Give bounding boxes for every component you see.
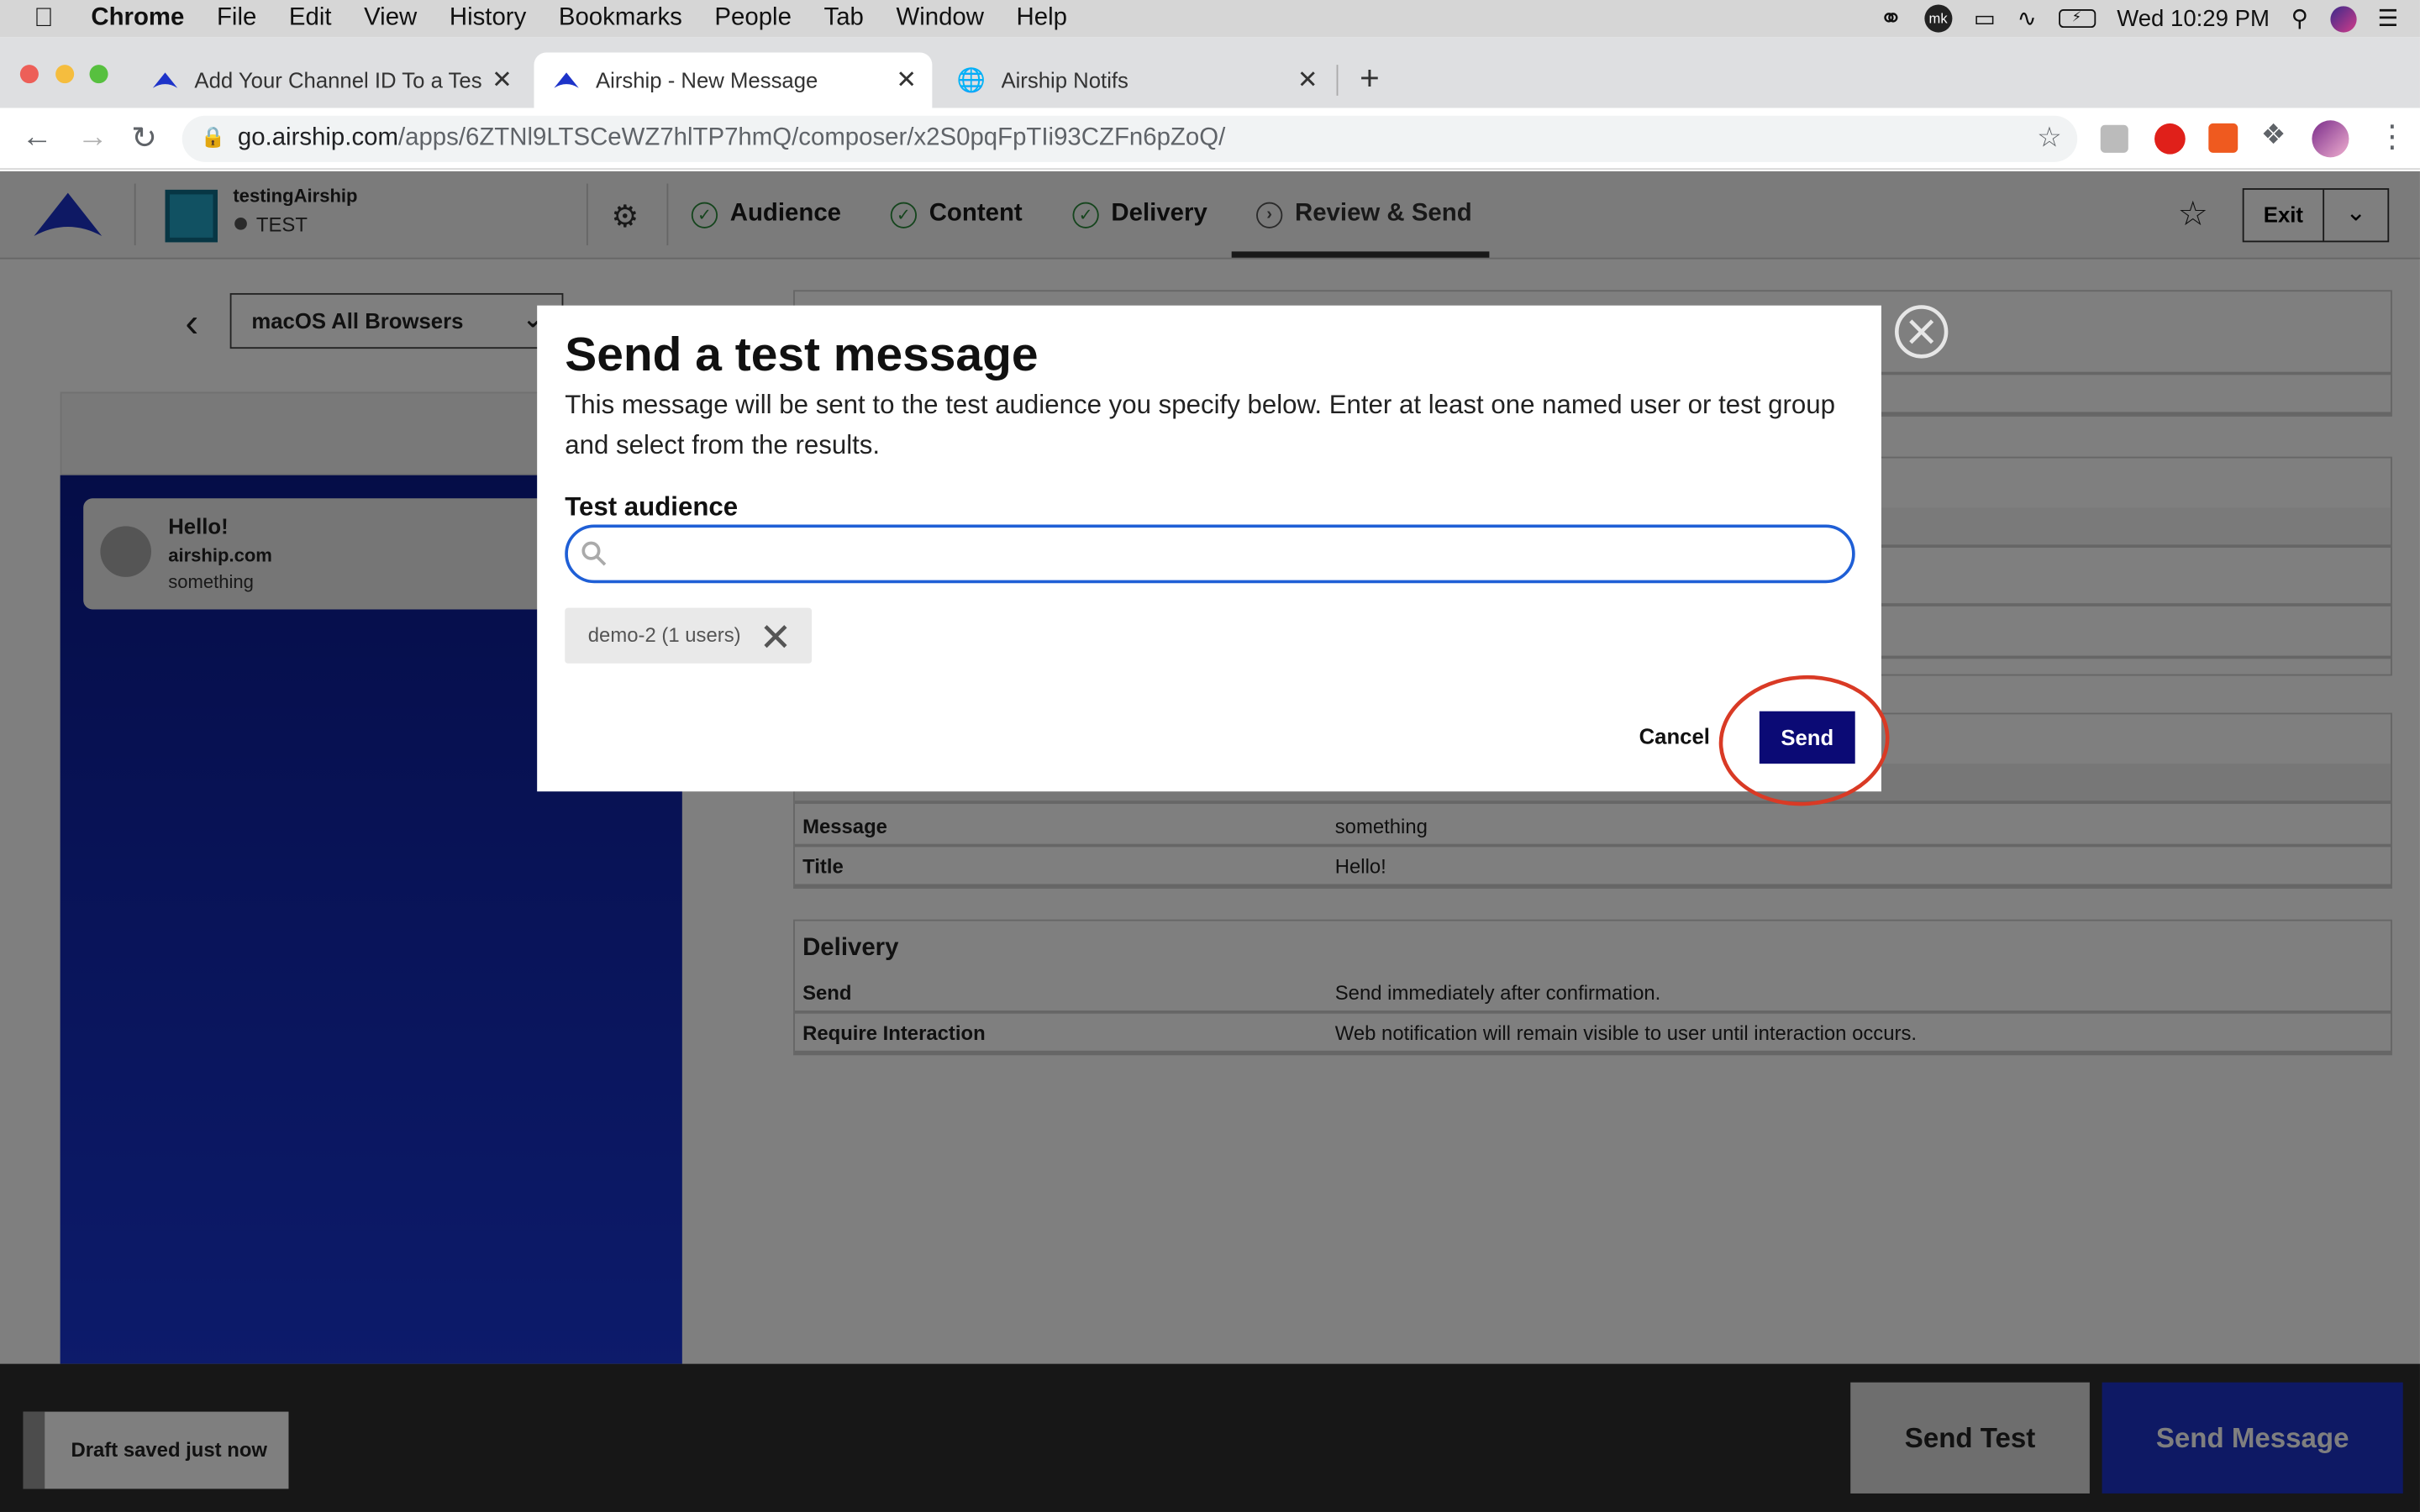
browser-toolbar: ← → ↻ 🔒 go.airship.com/apps/6ZTNl9LTSCeW…	[0, 108, 2420, 171]
window-zoom-icon[interactable]	[89, 65, 108, 84]
battery-icon[interactable]: ⚡	[2058, 9, 2096, 29]
test-audience-label: Test audience	[565, 491, 739, 522]
modal-close-icon[interactable]	[1892, 302, 1951, 361]
tab-divider	[1336, 65, 1339, 96]
new-tab-icon[interactable]: +	[1360, 59, 1380, 99]
creative-cloud-icon[interactable]: ⚭	[1880, 3, 1903, 35]
remove-chip-icon[interactable]	[762, 623, 788, 649]
tab-close-icon[interactable]: ✕	[1297, 65, 1318, 96]
test-audience-search[interactable]	[565, 524, 1855, 584]
wifi-icon[interactable]: ∿	[2018, 5, 2037, 32]
annotation-highlight-circle	[1718, 675, 1890, 806]
tab-close-icon[interactable]: ✕	[492, 65, 513, 96]
back-arrow-icon[interactable]: ←	[22, 120, 53, 155]
extension-grey-icon[interactable]	[2100, 124, 2128, 153]
modal-description: This message will be sent to the test au…	[565, 390, 1835, 460]
menu-window[interactable]: Window	[896, 5, 984, 33]
reload-icon[interactable]: ↻	[131, 118, 157, 157]
menu-people[interactable]: People	[714, 5, 792, 33]
send-test-modal: Send a test message This message will be…	[537, 305, 1881, 792]
url-host: go.airship.com	[237, 124, 398, 151]
spotlight-search-icon[interactable]: ⚲	[2291, 5, 2308, 32]
airship-favicon-icon	[152, 72, 178, 88]
browser-tab-bar: Add Your Channel ID To a Test G ✕ Airshi…	[0, 37, 2420, 108]
tab-title: Add Your Channel ID To a Test G	[194, 67, 482, 93]
siri-icon[interactable]	[2329, 5, 2356, 32]
tab-title: Airship - New Message	[595, 67, 818, 93]
menu-file[interactable]: File	[217, 5, 256, 33]
extensions-puzzle-icon[interactable]: ❖	[2261, 118, 2286, 151]
menu-bookmarks[interactable]: Bookmarks	[559, 5, 682, 33]
apple-icon[interactable]: 	[34, 3, 53, 34]
tab-title: Airship Notifs	[1001, 67, 1128, 93]
cancel-button[interactable]: Cancel	[1639, 723, 1710, 748]
audience-chip: demo-2 (1 users)	[565, 607, 813, 664]
search-icon	[581, 541, 607, 566]
menubar-app-name[interactable]: Chrome	[91, 5, 184, 33]
extension-orange-icon[interactable]	[2208, 123, 2238, 153]
window-minimize-icon[interactable]	[55, 65, 75, 84]
control-center-icon[interactable]: ☰	[2378, 5, 2399, 32]
menubar-clock[interactable]: Wed 10:29 PM	[2117, 5, 2270, 31]
modal-title: Send a test message	[565, 327, 1039, 381]
globe-icon: 🌐	[956, 67, 986, 95]
chrome-menu-icon[interactable]: ⋮	[2377, 118, 2408, 156]
adblock-extension-icon[interactable]	[2154, 123, 2186, 155]
profile-avatar[interactable]	[2312, 120, 2349, 158]
bookmark-star-icon[interactable]: ☆	[2037, 122, 2062, 155]
menu-edit[interactable]: Edit	[289, 5, 332, 33]
menu-view[interactable]: View	[364, 5, 417, 33]
mk-status-icon[interactable]: mk	[1924, 4, 1953, 33]
tab-add-channel[interactable]: Add Your Channel ID To a Test G ✕	[133, 52, 528, 108]
airship-favicon-icon	[554, 72, 579, 88]
mac-menubar:  Chrome File Edit View History Bookmark…	[0, 0, 2420, 38]
tab-airship-new-message[interactable]: Airship - New Message ✕	[534, 52, 933, 108]
tab-airship-notifs[interactable]: 🌐 Airship Notifs ✕	[939, 52, 1334, 108]
tab-close-icon[interactable]: ✕	[896, 65, 917, 96]
menu-tab[interactable]: Tab	[824, 5, 864, 33]
url-bar[interactable]: 🔒 go.airship.com/apps/6ZTNl9LTSCeWZ7hlTP…	[182, 115, 2078, 162]
url-path: /apps/6ZTNl9LTSCeWZ7hlTP7hmQ/composer/x2…	[397, 124, 1226, 151]
menu-history[interactable]: History	[450, 5, 526, 33]
window-close-icon[interactable]	[19, 65, 39, 84]
forward-arrow-icon[interactable]: →	[77, 120, 108, 155]
lock-icon: 🔒	[200, 124, 226, 149]
airplay-icon[interactable]: ▭	[1974, 5, 1996, 32]
audience-chip-label: demo-2 (1 users)	[587, 623, 741, 647]
menu-help[interactable]: Help	[1017, 5, 1067, 33]
